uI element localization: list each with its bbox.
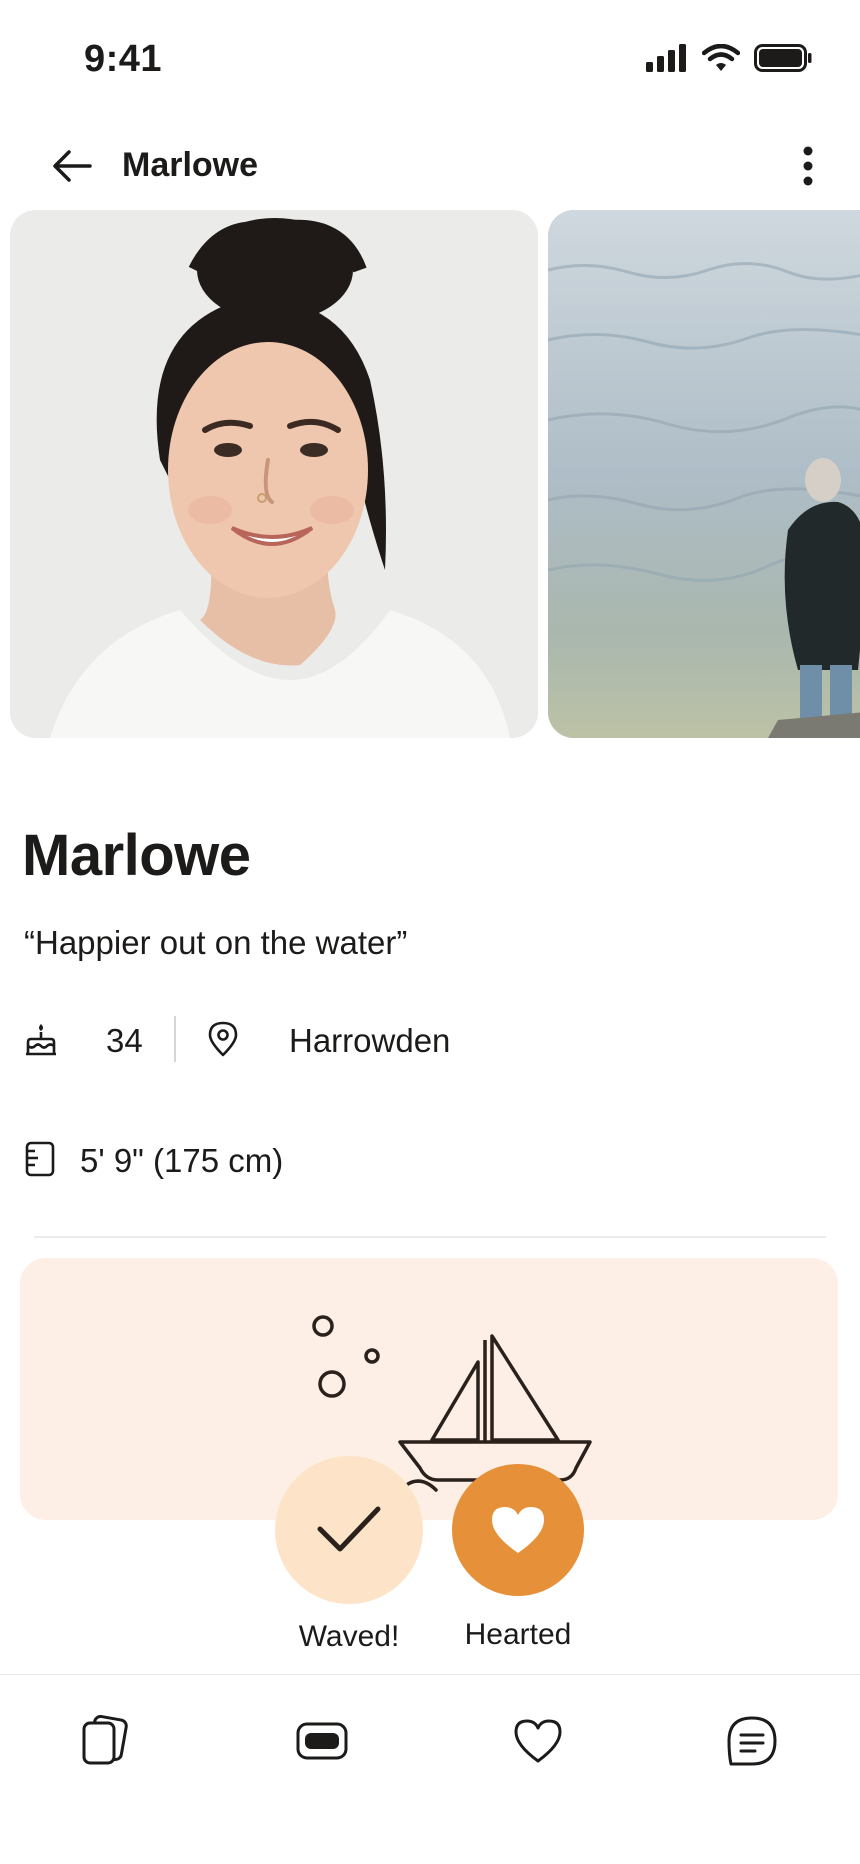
location-value: Harrowden: [289, 1022, 451, 1059]
back-button[interactable]: [46, 140, 98, 192]
hearted-button[interactable]: [452, 1464, 584, 1596]
heart-filled-icon: [492, 1507, 544, 1553]
portrait-image: [10, 210, 538, 738]
height-ruler-icon: [25, 1141, 55, 1177]
info-row-age-location: 34 Harrowden: [22, 1010, 842, 1070]
heart-icon: [514, 1719, 562, 1763]
checkmark-icon: [317, 1506, 381, 1552]
cards-icon: [82, 1715, 128, 1765]
top-app-bar: Marlowe: [0, 130, 860, 202]
waved-button[interactable]: [275, 1456, 423, 1604]
nav-discover[interactable]: [74, 1709, 138, 1773]
hearted-label: Hearted: [464, 1618, 572, 1651]
photo-gallery[interactable]: [0, 210, 860, 738]
status-icons: [646, 44, 812, 72]
page-title: Marlowe: [122, 146, 259, 184]
status-bar: 9:41: [0, 0, 860, 120]
info-divider: [174, 1016, 176, 1062]
profile-name: Marlowe: [22, 823, 251, 888]
nav-chat[interactable]: [720, 1709, 784, 1773]
battery-icon: [754, 44, 812, 72]
profile-photo[interactable]: [10, 210, 538, 738]
section-divider: [34, 1236, 826, 1238]
water-scene-image: [548, 210, 860, 738]
nav-likes[interactable]: [506, 1709, 570, 1773]
profile-tagline: “Happier out on the water”: [24, 924, 408, 961]
birthday-cake-icon: [26, 1024, 56, 1056]
more-options-button[interactable]: [782, 140, 834, 192]
location-pin-icon: [208, 1021, 238, 1057]
chat-icon: [727, 1716, 777, 1766]
age-value: 34: [106, 1022, 143, 1059]
more-vertical-icon: [803, 146, 813, 186]
standouts-icon: [296, 1722, 348, 1760]
arrow-left-icon: [53, 150, 92, 182]
cellular-signal-icon: [646, 44, 686, 72]
status-time: 9:41: [84, 38, 163, 80]
bottom-navigation: [0, 1674, 860, 1864]
waved-label: Waved!: [298, 1620, 400, 1653]
profile-photo-secondary[interactable]: [548, 210, 860, 738]
info-row-height: 5' 9" (175 cm): [22, 1130, 622, 1190]
height-value: 5' 9" (175 cm): [80, 1142, 284, 1179]
hearted-action: Hearted: [443, 1456, 593, 1652]
nav-standouts[interactable]: [290, 1709, 354, 1773]
waved-action: Waved!: [274, 1456, 424, 1654]
wifi-icon: [702, 44, 740, 71]
